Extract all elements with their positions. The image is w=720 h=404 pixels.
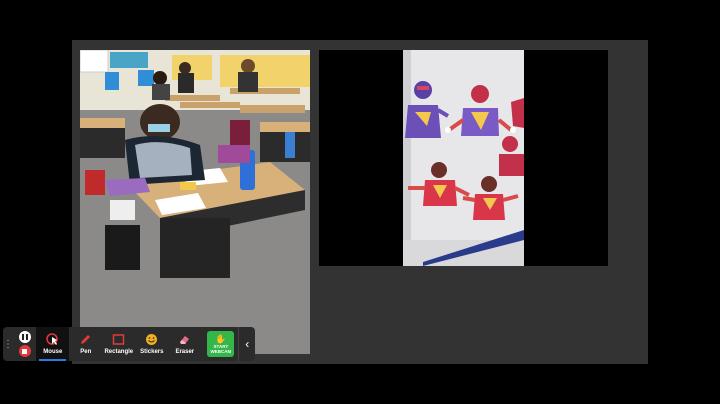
rectangle-icon bbox=[112, 333, 125, 346]
webcam-hand-icon: ✋ bbox=[215, 334, 227, 344]
tool-label: Pen bbox=[80, 349, 92, 355]
webcam-label-line2: WEBCAM bbox=[210, 349, 232, 354]
annotation-toolbar: ⋮ Mouse Pen Rectangle Stickers Eraser ✋ bbox=[3, 327, 255, 361]
collapse-chevron-left-icon[interactable]: ‹ bbox=[238, 327, 255, 361]
tool-label: Rectangle bbox=[104, 349, 134, 355]
mouse-cursor-icon bbox=[46, 333, 59, 346]
tool-label: Eraser bbox=[175, 349, 195, 355]
eraser-icon bbox=[178, 333, 191, 346]
video-frame bbox=[319, 50, 608, 266]
classroom-photo bbox=[80, 50, 310, 354]
pen-icon bbox=[79, 333, 92, 346]
stop-icon[interactable] bbox=[18, 345, 31, 357]
start-webcam-button[interactable]: ✋ START WEBCAM bbox=[207, 331, 235, 357]
tool-label: Stickers bbox=[140, 349, 164, 355]
rectangle-tool-button[interactable]: Rectangle bbox=[102, 327, 135, 361]
recording-controls bbox=[13, 327, 36, 361]
drag-handle-icon[interactable]: ⋮ bbox=[3, 327, 13, 361]
sticker-smiley-icon bbox=[145, 333, 158, 346]
mouse-tool-button[interactable]: Mouse bbox=[36, 327, 70, 361]
superhero-wall-photo bbox=[403, 50, 524, 266]
pause-icon[interactable] bbox=[18, 331, 31, 343]
eraser-tool-button[interactable]: Eraser bbox=[168, 327, 201, 361]
slide-stage bbox=[72, 40, 648, 364]
stickers-tool-button[interactable]: Stickers bbox=[135, 327, 168, 361]
tool-label: Mouse bbox=[43, 349, 63, 355]
pen-tool-button[interactable]: Pen bbox=[69, 327, 102, 361]
